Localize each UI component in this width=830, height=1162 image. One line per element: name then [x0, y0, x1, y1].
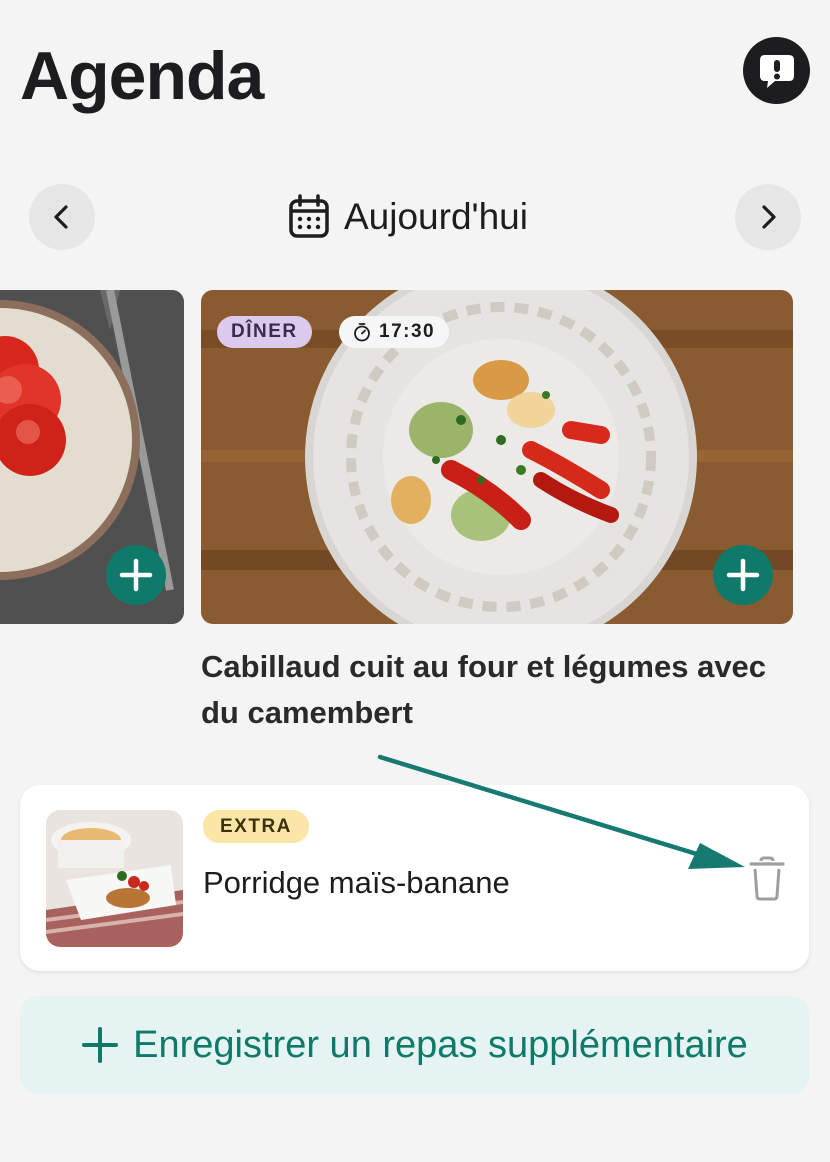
- meal-title[interactable]: Cabillaud cuit au four et légumes avec d…: [201, 644, 811, 736]
- extra-meal-thumbnail: [46, 810, 183, 947]
- plus-icon: [726, 558, 760, 592]
- add-meal-button[interactable]: [106, 545, 166, 605]
- exclamation-bubble-icon: [759, 54, 794, 88]
- meal-card-diner[interactable]: DÎNER 17:30: [201, 290, 793, 624]
- previous-day-button[interactable]: [29, 184, 95, 250]
- porridge-photo: [46, 810, 183, 947]
- add-extra-label: Enregistrer un repas supplémentaire: [133, 1023, 748, 1066]
- chevron-left-icon: [54, 205, 68, 229]
- add-extra-meal-button[interactable]: Enregistrer un repas supplémentaire: [20, 996, 809, 1094]
- meal-card-previous[interactable]: [0, 290, 184, 624]
- next-day-button[interactable]: [735, 184, 801, 250]
- meal-time-badge: 17:30: [339, 316, 450, 348]
- plus-icon: [82, 1027, 119, 1063]
- add-meal-button[interactable]: [713, 545, 773, 605]
- extra-tag: EXTRA: [203, 810, 309, 843]
- meal-time: 17:30: [379, 321, 436, 342]
- plus-icon: [119, 558, 153, 592]
- trash-icon: [749, 856, 785, 901]
- feedback-button[interactable]: [743, 37, 810, 104]
- date-label: Aujourd'hui: [344, 196, 528, 237]
- calendar-icon: [289, 194, 329, 238]
- chevron-right-icon: [762, 205, 776, 229]
- stopwatch-icon: [354, 323, 370, 342]
- extra-meal-name: Porridge maïs-banane: [203, 865, 510, 900]
- page-title: Agenda: [20, 38, 264, 114]
- meal-type-tag: DÎNER: [217, 316, 312, 348]
- date-selector[interactable]: Aujourd'hui: [288, 192, 528, 242]
- delete-extra-button[interactable]: [745, 855, 789, 903]
- extra-meal-card[interactable]: EXTRA Porridge maïs-banane: [20, 785, 809, 971]
